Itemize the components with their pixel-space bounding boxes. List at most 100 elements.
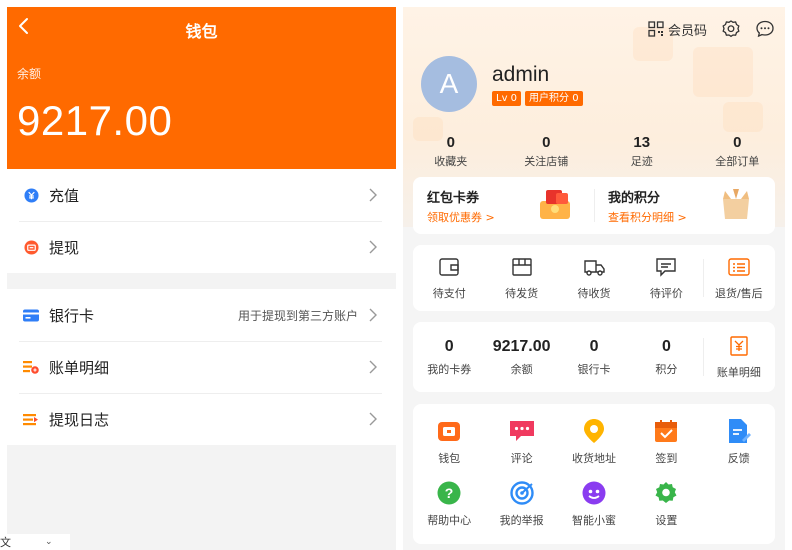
bill-icon bbox=[703, 334, 775, 358]
order-pending-receipt[interactable]: 待收货 bbox=[558, 255, 630, 301]
report-icon bbox=[509, 480, 535, 506]
asset-label: 我的卡券 bbox=[427, 362, 472, 376]
asset-points[interactable]: 0 积分 bbox=[630, 338, 702, 377]
avatar[interactable]: A bbox=[421, 56, 477, 112]
stat-all-orders[interactable]: 0 全部订单 bbox=[690, 134, 786, 169]
box-icon bbox=[485, 255, 557, 279]
menu-item-bill-detail[interactable]: 账单明细 bbox=[7, 341, 396, 393]
order-returns[interactable]: 退货/售后 bbox=[702, 255, 775, 301]
service-label: 设置 bbox=[655, 514, 678, 527]
chevron-right-icon bbox=[369, 240, 377, 254]
services-card: 钱包 评论 收货地址 签到 反馈 ? 帮助中心 我的举报 智能小蜜 设置 bbox=[413, 404, 775, 544]
group-divider bbox=[7, 273, 396, 289]
calendar-check-icon bbox=[653, 418, 679, 444]
user-stats: 0 收藏夹 0 关注店铺 13 足迹 0 全部订单 bbox=[403, 134, 785, 169]
withdraw-log-icon bbox=[23, 411, 39, 427]
menu-item-label: 充值 bbox=[49, 186, 80, 205]
service-assistant[interactable]: 智能小蜜 bbox=[558, 480, 630, 528]
menu-item-label: 提现 bbox=[49, 238, 80, 257]
settings-gear-icon bbox=[653, 480, 679, 506]
asset-balance[interactable]: 9217.00 余额 bbox=[485, 338, 557, 377]
stat-value: 13 bbox=[633, 134, 651, 151]
wallet-icon bbox=[436, 418, 462, 444]
svg-text:?: ? bbox=[445, 485, 454, 501]
order-pending-payment[interactable]: 待支付 bbox=[413, 255, 485, 301]
promo-title: 红包卡券 bbox=[427, 190, 480, 206]
orders-card: 待支付 待发货 待收货 待评价 退货/售后 bbox=[413, 245, 775, 311]
service-label: 签到 bbox=[655, 452, 678, 465]
service-label: 评论 bbox=[510, 452, 533, 465]
menu-item-label: 账单明细 bbox=[49, 358, 110, 377]
page-title: 钱包 bbox=[185, 22, 218, 41]
bill-detail-icon bbox=[23, 359, 39, 375]
help-icon: ? bbox=[436, 480, 462, 506]
service-review[interactable]: 评论 bbox=[485, 418, 557, 466]
settings-icon[interactable] bbox=[721, 19, 741, 39]
service-help-center[interactable]: ? 帮助中心 bbox=[413, 480, 485, 528]
recharge-icon bbox=[23, 187, 39, 203]
asset-value: 0 bbox=[589, 337, 599, 355]
service-my-reports[interactable]: 我的举报 bbox=[485, 480, 557, 528]
service-wallet[interactable]: 钱包 bbox=[413, 418, 485, 466]
stat-label: 收藏夹 bbox=[434, 155, 468, 168]
menu-item-withdraw-log[interactable]: 提现日志 bbox=[7, 393, 396, 445]
language-selector[interactable]: 文 ⌄ bbox=[0, 534, 70, 550]
service-settings[interactable]: 设置 bbox=[630, 480, 702, 528]
menu-item-recharge[interactable]: 充值 bbox=[7, 169, 396, 221]
promo-link: 领取优惠券 > bbox=[427, 210, 495, 224]
menu-item-hint: 用于提现到第三方账户 bbox=[237, 308, 358, 323]
stat-footprints[interactable]: 13 足迹 bbox=[594, 134, 690, 169]
header-actions: 会员码 bbox=[648, 19, 775, 39]
asset-value: 9217.00 bbox=[492, 337, 551, 355]
wallet-pay-icon bbox=[413, 255, 485, 279]
wallet-records-group: 银行卡 用于提现到第三方账户 账单明细 提现日志 bbox=[7, 289, 396, 445]
asset-bill-detail[interactable]: 账单明细 bbox=[702, 334, 775, 380]
promo-card: 红包卡券 领取优惠券 > 我的积分 查看积分明细 > bbox=[413, 177, 775, 234]
chevron-right-icon bbox=[369, 188, 377, 202]
points-badge: 用户积分 0 bbox=[525, 91, 583, 106]
stat-label: 足迹 bbox=[630, 155, 653, 168]
promo-link: 查看积分明细 > bbox=[608, 210, 687, 224]
return-icon bbox=[703, 255, 775, 279]
stat-favorites[interactable]: 0 收藏夹 bbox=[403, 134, 499, 169]
menu-item-withdraw[interactable]: 提现 bbox=[7, 221, 396, 273]
user-badges: Lv 0 用户积分 0 bbox=[492, 91, 583, 106]
assistant-icon bbox=[581, 480, 607, 506]
review-icon bbox=[509, 418, 535, 444]
service-label: 收货地址 bbox=[571, 452, 616, 465]
member-code-button[interactable]: 会员码 bbox=[648, 20, 707, 39]
order-pending-review[interactable]: 待评价 bbox=[630, 255, 702, 301]
wallet-page: 钱包 余额 9217.00 充值 提现 银行卡 用于提现到第三方账户 账单明细 … bbox=[7, 7, 396, 550]
chevron-down-icon: ⌄ bbox=[45, 537, 53, 547]
service-label: 智能小蜜 bbox=[571, 514, 616, 527]
stat-followed-shops[interactable]: 0 关注店铺 bbox=[499, 134, 595, 169]
order-label: 待收货 bbox=[577, 287, 611, 300]
service-feedback[interactable]: 反馈 bbox=[703, 418, 775, 466]
order-label: 退货/售后 bbox=[714, 287, 763, 300]
qr-code-icon bbox=[648, 21, 664, 37]
chevron-right-icon bbox=[369, 360, 377, 374]
order-pending-shipment[interactable]: 待发货 bbox=[485, 255, 557, 301]
menu-item-bank-card[interactable]: 银行卡 用于提现到第三方账户 bbox=[7, 289, 396, 341]
chevron-right-icon bbox=[369, 308, 377, 322]
service-checkin[interactable]: 签到 bbox=[630, 418, 702, 466]
message-icon[interactable] bbox=[755, 19, 775, 39]
menu-item-label: 银行卡 bbox=[49, 306, 95, 325]
order-label: 待发货 bbox=[505, 287, 539, 300]
order-label: 待评价 bbox=[649, 287, 683, 300]
stat-value: 0 bbox=[733, 134, 742, 151]
promo-coupons[interactable]: 红包卡券 领取优惠券 > bbox=[413, 177, 594, 234]
promo-title: 我的积分 bbox=[608, 190, 661, 206]
chevron-right-icon bbox=[369, 412, 377, 426]
service-label: 钱包 bbox=[438, 452, 461, 465]
stat-label: 关注店铺 bbox=[524, 155, 569, 168]
balance-value: 9217.00 bbox=[17, 97, 173, 144]
stat-value: 0 bbox=[446, 134, 455, 151]
language-label: 文 bbox=[0, 536, 11, 549]
balance-label: 余额 bbox=[17, 67, 42, 81]
service-address[interactable]: 收货地址 bbox=[558, 418, 630, 466]
asset-bank-card[interactable]: 0 银行卡 bbox=[558, 338, 630, 377]
asset-my-coupons[interactable]: 0 我的卡券 bbox=[413, 338, 485, 377]
promo-points[interactable]: 我的积分 查看积分明细 > bbox=[594, 177, 775, 234]
menu-item-label: 提现日志 bbox=[49, 410, 110, 429]
